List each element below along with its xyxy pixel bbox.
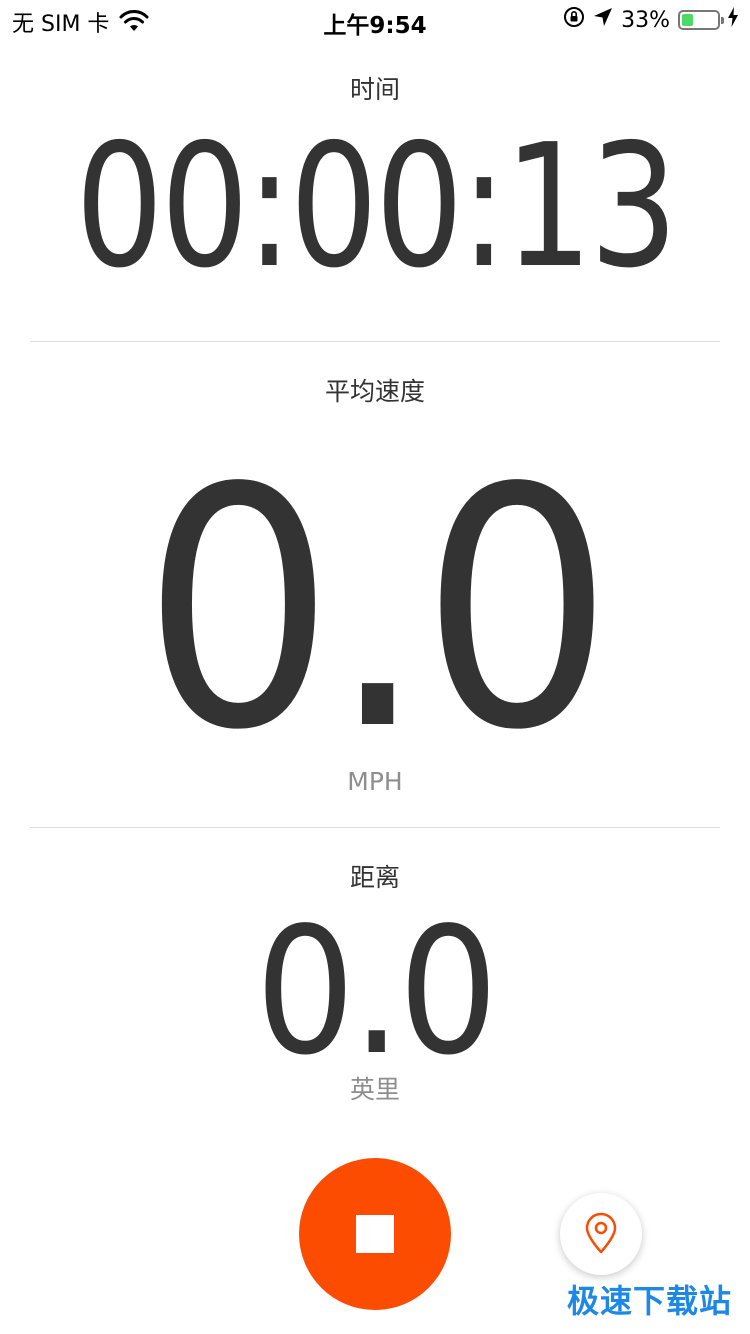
battery-nub (721, 17, 724, 24)
time-label: 时间 (349, 75, 400, 104)
status-right: 33% (555, 6, 738, 34)
distance-label: 距离 (349, 863, 400, 892)
battery-icon (678, 10, 724, 30)
watermark: 极速下载站 (566, 1282, 732, 1320)
distance-unit: 英里 (349, 1075, 400, 1104)
average-speed-label: 平均速度 (324, 377, 425, 406)
rotation-lock-icon (563, 6, 585, 34)
battery-percent: 33% (621, 7, 670, 33)
location-button[interactable] (560, 1193, 642, 1275)
divider (30, 341, 720, 342)
stop-icon (356, 1215, 394, 1253)
elapsed-time-value: 00:00:13 (75, 108, 678, 306)
status-bar: 无 SIM 卡 上午9:54 33% (0, 0, 750, 40)
average-speed-value: 0.0 (141, 418, 614, 802)
map-pin-icon (585, 1212, 617, 1254)
stop-recording-button[interactable] (299, 1158, 451, 1310)
divider (30, 827, 720, 828)
charging-bolt-icon (728, 7, 738, 33)
location-arrow-icon (593, 7, 613, 33)
speed-unit: MPH (347, 767, 403, 796)
battery-fill (682, 14, 693, 26)
distance-value: 0.0 (255, 891, 498, 1094)
